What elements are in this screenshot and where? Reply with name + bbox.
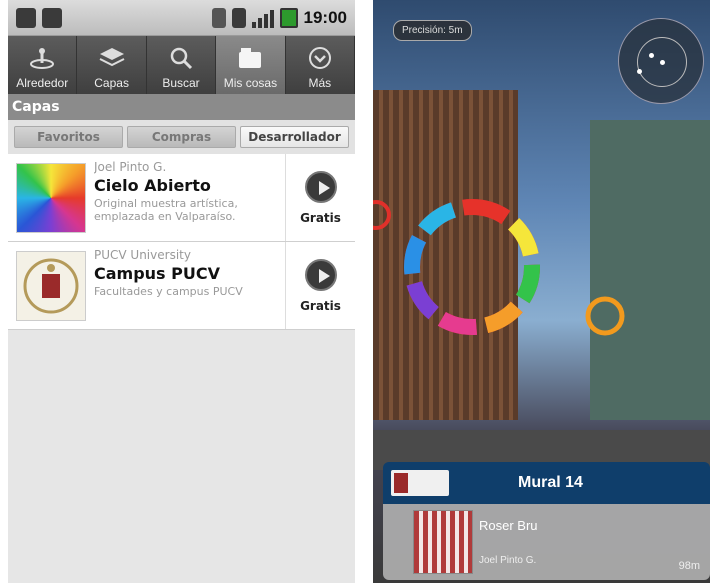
mural-thumbnail: [413, 510, 473, 574]
play-icon[interactable]: [304, 258, 337, 291]
item-author: Joel Pinto G.: [94, 160, 167, 174]
tab-mas[interactable]: Más: [286, 36, 355, 94]
camera-background: [590, 120, 710, 420]
layers-icon: [99, 46, 125, 70]
folder-icon: [237, 46, 263, 70]
play-icon[interactable]: [304, 170, 337, 203]
radar-dot: [660, 60, 665, 65]
card-distance: 98m: [678, 560, 700, 572]
location-icon: [29, 46, 55, 70]
tab-label: Más: [308, 76, 332, 90]
subtab-compras[interactable]: Compras: [127, 126, 236, 148]
item-description: Original muestra artística, emplazada en…: [94, 197, 238, 223]
radar-icon[interactable]: [618, 18, 704, 104]
list-item[interactable]: Joel Pinto G. Cielo Abierto Original mue…: [8, 154, 355, 242]
poi-marker-color-wheel[interactable]: [401, 196, 543, 338]
tab-label: Capas: [94, 76, 129, 90]
android-debug-icon: [42, 7, 62, 28]
ar-camera-view[interactable]: Precisión: 5m Mural 14 Roser Bru Joel Pi…: [373, 0, 710, 583]
card-artist: Roser Bru: [479, 518, 538, 533]
tab-alrededor[interactable]: Alrededor: [8, 36, 78, 94]
precision-badge: Precisión: 5m: [393, 20, 472, 41]
layers-screen: 19:00 Alrededor Capas Buscar Mis cosas M…: [8, 0, 355, 583]
tab-label: Buscar: [162, 76, 200, 90]
subtab-desarrollador[interactable]: Desarrollador: [240, 126, 349, 148]
tab-label: Mis cosas: [223, 76, 278, 90]
item-author: PUCV University: [94, 248, 191, 262]
item-price: Gratis: [300, 298, 341, 313]
pucv-seal-thumbnail: [16, 251, 86, 321]
cielo-abierto-thumbnail: [16, 163, 86, 233]
radar-dot: [637, 69, 642, 74]
status-bar: 19:00: [8, 0, 355, 36]
poi-marker-orange[interactable]: [583, 294, 627, 338]
battery-icon: [279, 7, 298, 28]
tab-buscar[interactable]: Buscar: [147, 36, 217, 94]
phone-icon: [211, 7, 226, 28]
poi-info-card[interactable]: Mural 14 Roser Bru Joel Pinto G. 98m: [383, 462, 710, 580]
item-title: Campus PUCV: [94, 264, 220, 283]
item-title: Cielo Abierto: [94, 176, 211, 195]
wifi-icon: [231, 7, 246, 28]
subtab-favoritos[interactable]: Favoritos: [14, 126, 123, 148]
more-icon: [307, 46, 333, 70]
list-item[interactable]: PUCV University Campus PUCV Facultades y…: [8, 242, 355, 330]
status-clock: 19:00: [303, 7, 347, 27]
pucv-logo: [391, 470, 449, 496]
item-price: Gratis: [300, 210, 341, 225]
subtabs: Favoritos Compras Desarrollador: [8, 120, 355, 154]
card-author: Joel Pinto G.: [479, 555, 537, 566]
layer-list: Joel Pinto G. Cielo Abierto Original mue…: [8, 154, 355, 330]
section-title: Capas: [8, 94, 355, 120]
item-description: Facultades y campus PUCV: [94, 285, 243, 298]
tab-capas[interactable]: Capas: [77, 36, 147, 94]
tab-label: Alrededor: [16, 76, 69, 90]
radar-dot: [649, 53, 654, 58]
signal-icon: [251, 8, 274, 28]
card-title: Mural 14: [518, 474, 583, 491]
search-icon: [168, 46, 194, 70]
tab-mis-cosas[interactable]: Mis cosas: [216, 36, 286, 94]
usb-icon: [16, 7, 36, 28]
main-nav: Alrededor Capas Buscar Mis cosas Más: [8, 36, 355, 94]
